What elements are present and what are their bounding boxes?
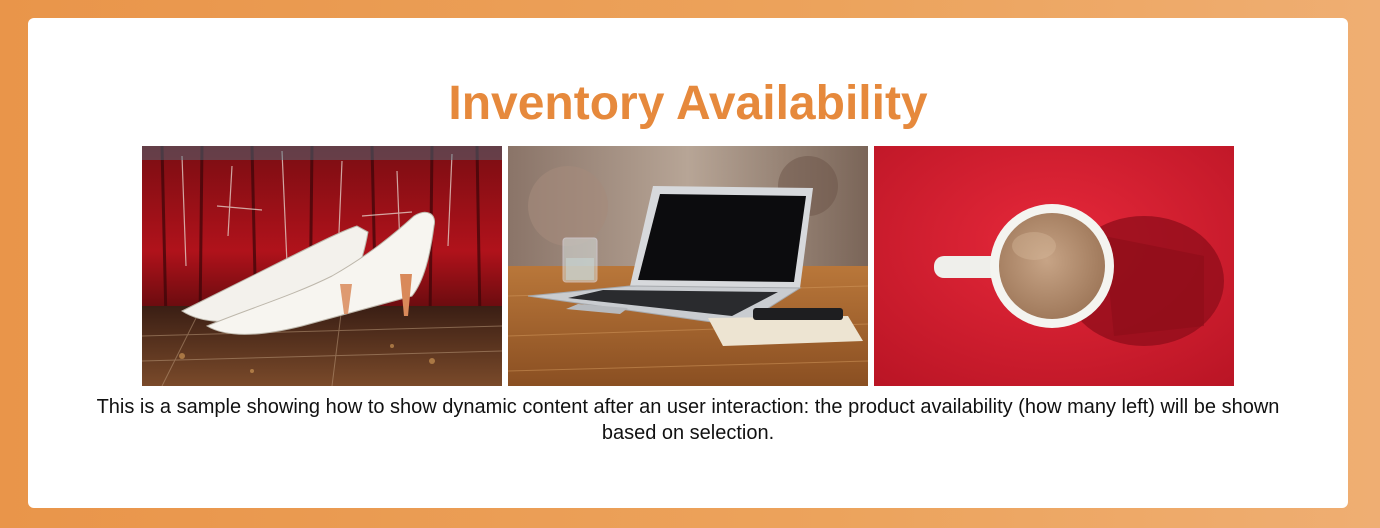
product-image-coffee-mug[interactable]: [874, 146, 1234, 386]
content-card: Inventory Availability This is a sample …: [28, 18, 1348, 508]
product-gallery: [142, 146, 1234, 386]
page-description: This is a sample showing how to show dyn…: [96, 396, 1280, 444]
white-heels-image: [142, 146, 502, 386]
coffee-mug-image: [874, 146, 1234, 386]
page-title: Inventory Availability: [448, 77, 928, 130]
laptop-image: [508, 146, 868, 386]
product-image-laptop[interactable]: [508, 146, 868, 386]
product-image-white-heels[interactable]: [142, 146, 502, 386]
